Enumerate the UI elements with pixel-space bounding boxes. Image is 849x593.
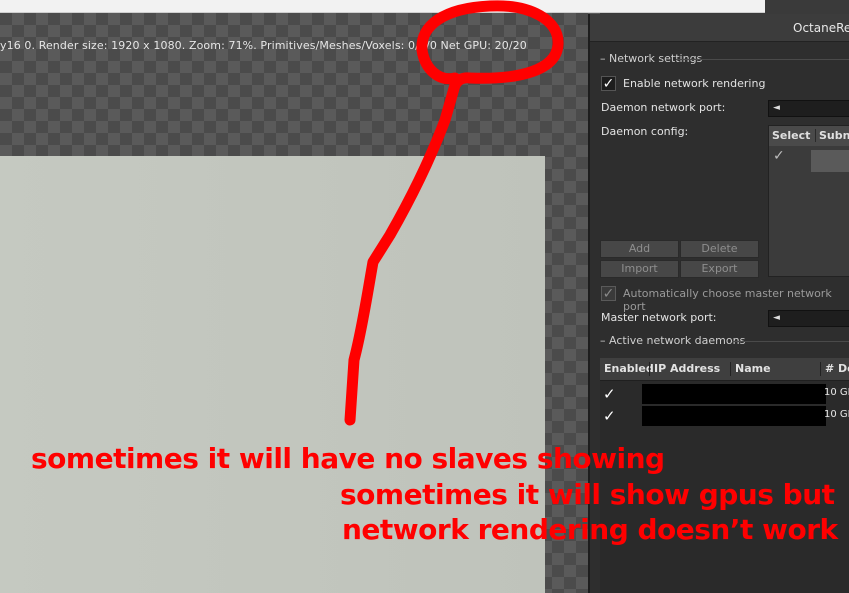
enabled-checkbox[interactable]: ✓ <box>603 407 616 425</box>
config-table-header: Select Subnet <box>769 126 849 146</box>
redacted-block <box>642 384 826 404</box>
add-button[interactable]: Add <box>600 240 679 258</box>
auto-master-port-checkbox[interactable]: ✓ <box>601 286 616 302</box>
divider <box>732 341 849 342</box>
device-count: 10 GP <box>824 409 849 420</box>
panel-title-bar[interactable]: OctaneRen <box>590 14 849 42</box>
master-port-label: Master network port: <box>601 311 717 324</box>
col-name[interactable]: Name <box>730 362 771 376</box>
enabled-checkbox[interactable]: ✓ <box>603 385 616 403</box>
import-button[interactable]: Import <box>600 260 679 278</box>
enable-network-rendering-label: Enable network rendering <box>623 77 766 90</box>
enable-network-rendering-checkbox[interactable]: ✓ <box>601 76 616 92</box>
table-row[interactable]: ✓ 10 GP <box>600 404 849 426</box>
delete-button[interactable]: Delete <box>680 240 759 258</box>
subnet-cell[interactable] <box>811 150 849 172</box>
col-select[interactable]: Select <box>772 129 810 142</box>
divider <box>676 59 849 60</box>
daemon-config-label: Daemon config: <box>601 125 689 138</box>
panel-title: OctaneRen <box>793 21 849 35</box>
col-devices[interactable]: # De <box>820 362 849 376</box>
render-status-bar: y16 0. Render size: 1920 x 1080. Zoom: 7… <box>0 39 527 52</box>
left-arrow-icon[interactable]: ◄ <box>773 313 780 323</box>
top-window-strip <box>0 0 765 13</box>
redacted-block <box>642 406 826 426</box>
daemon-port-label: Daemon network port: <box>601 101 726 114</box>
daemon-port-spinner[interactable]: ◄ <box>768 100 849 117</box>
col-enabled[interactable]: Enabled <box>600 362 654 376</box>
col-ip-address[interactable]: IP Address <box>649 362 720 376</box>
export-button[interactable]: Export <box>680 260 759 278</box>
check-icon[interactable]: ✓ <box>773 148 785 164</box>
annotation-line-3: network rendering doesn’t work <box>342 513 838 546</box>
annotation-line-1: sometimes it will have no slaves showing <box>31 442 665 475</box>
daemons-table-header: Enabled IP Address Name # De <box>600 358 849 381</box>
device-count: 10 GP <box>824 387 849 398</box>
col-subnet[interactable]: Subnet <box>815 129 849 142</box>
master-port-spinner[interactable]: ◄ <box>768 310 849 327</box>
active-daemons-section-header[interactable]: – Active network daemons <box>600 334 745 347</box>
table-row[interactable]: ✓ 10 GP <box>600 382 849 404</box>
active-daemons-table: Enabled IP Address Name # De ✓ 10 GP ✓ 1… <box>600 358 849 593</box>
left-arrow-icon[interactable]: ◄ <box>773 103 780 113</box>
daemon-config-table: Select Subnet ✓ <box>768 125 849 277</box>
annotation-line-2: sometimes it will show gpus but <box>340 478 835 511</box>
